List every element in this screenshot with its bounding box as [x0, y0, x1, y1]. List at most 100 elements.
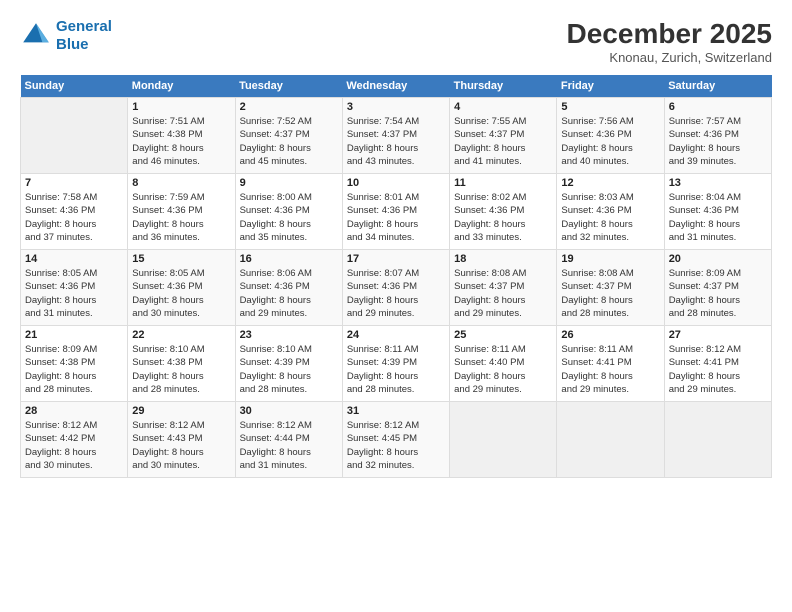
- day-info: Sunrise: 8:03 AMSunset: 4:36 PMDaylight:…: [561, 191, 659, 244]
- day-number: 17: [347, 253, 445, 265]
- header-row: SundayMondayTuesdayWednesdayThursdayFrid…: [21, 75, 772, 98]
- day-cell: 26 Sunrise: 8:11 AMSunset: 4:41 PMDayligh…: [557, 326, 664, 402]
- day-cell: [450, 402, 557, 478]
- day-cell: 11Sunrise: 8:02 AMSunset: 4:36 PMDayligh…: [450, 174, 557, 250]
- day-info: Sunrise: 7:55 AMSunset: 4:37 PMDaylight:…: [454, 115, 552, 168]
- day-info: Sunrise: 8:04 AMSunset: 4:36 PMDaylight:…: [669, 191, 767, 244]
- day-cell: 13 Sunrise: 8:04 AMSunset: 4:36 PMDayligh…: [664, 174, 771, 250]
- day-info: Sunrise: 8:12 AMSunset: 4:42 PMDaylight:…: [25, 419, 123, 472]
- day-number: 4: [454, 101, 552, 113]
- day-info: Sunrise: 8:11 AMSunset: 4:41 PMDaylight:…: [561, 343, 659, 396]
- day-number: 10: [347, 177, 445, 189]
- day-number: 24: [347, 329, 445, 341]
- day-info: Sunrise: 8:05 AMSunset: 4:36 PMDaylight:…: [132, 267, 230, 320]
- day-number: 14: [25, 253, 123, 265]
- header-cell: Thursday: [450, 75, 557, 98]
- day-cell: 30 Sunrise: 8:12 AMSunset: 4:44 PMDayligh…: [235, 402, 342, 478]
- calendar-body: 1Sunrise: 7:51 AMSunset: 4:38 PMDaylight…: [21, 98, 772, 478]
- day-number: 27: [669, 329, 767, 341]
- day-cell: 3 Sunrise: 7:54 AMSunset: 4:37 PMDaylight…: [342, 98, 449, 174]
- logo-line2: Blue: [56, 36, 112, 54]
- calendar-header: SundayMondayTuesdayWednesdayThursdayFrid…: [21, 75, 772, 98]
- day-number: 13: [669, 177, 767, 189]
- day-info: Sunrise: 8:12 AMSunset: 4:43 PMDaylight:…: [132, 419, 230, 472]
- week-row: 7Sunrise: 7:58 AMSunset: 4:36 PMDaylight…: [21, 174, 772, 250]
- day-number: 11: [454, 177, 552, 189]
- day-info: Sunrise: 8:06 AMSunset: 4:36 PMDaylight:…: [240, 267, 338, 320]
- day-cell: [21, 98, 128, 174]
- day-number: 30: [240, 405, 338, 417]
- day-info: Sunrise: 8:00 AMSunset: 4:36 PMDaylight:…: [240, 191, 338, 244]
- day-number: 2: [240, 101, 338, 113]
- day-info: Sunrise: 8:08 AMSunset: 4:37 PMDaylight:…: [454, 267, 552, 320]
- day-info: Sunrise: 8:12 AMSunset: 4:44 PMDaylight:…: [240, 419, 338, 472]
- header-cell: Tuesday: [235, 75, 342, 98]
- day-info: Sunrise: 7:52 AMSunset: 4:37 PMDaylight:…: [240, 115, 338, 168]
- week-row: 28 Sunrise: 8:12 AMSunset: 4:42 PMDayligh…: [21, 402, 772, 478]
- day-number: 3: [347, 101, 445, 113]
- header: General Blue December 2025 Knonau, Zuric…: [20, 18, 772, 65]
- day-number: 25: [454, 329, 552, 341]
- day-cell: 14 Sunrise: 8:05 AMSunset: 4:36 PMDayligh…: [21, 250, 128, 326]
- day-number: 6: [669, 101, 767, 113]
- day-cell: 4 Sunrise: 7:55 AMSunset: 4:37 PMDaylight…: [450, 98, 557, 174]
- day-number: 21: [25, 329, 123, 341]
- day-info: Sunrise: 8:10 AMSunset: 4:39 PMDaylight:…: [240, 343, 338, 396]
- subtitle: Knonau, Zurich, Switzerland: [567, 50, 772, 65]
- day-number: 15: [132, 253, 230, 265]
- day-number: 23: [240, 329, 338, 341]
- day-info: Sunrise: 8:01 AMSunset: 4:36 PMDaylight:…: [347, 191, 445, 244]
- day-cell: 17Sunrise: 8:07 AMSunset: 4:36 PMDayligh…: [342, 250, 449, 326]
- day-cell: 28 Sunrise: 8:12 AMSunset: 4:42 PMDayligh…: [21, 402, 128, 478]
- day-info: Sunrise: 8:11 AMSunset: 4:39 PMDaylight:…: [347, 343, 445, 396]
- day-number: 18: [454, 253, 552, 265]
- day-cell: 18 Sunrise: 8:08 AMSunset: 4:37 PMDayligh…: [450, 250, 557, 326]
- day-cell: 29 Sunrise: 8:12 AMSunset: 4:43 PMDayligh…: [128, 402, 235, 478]
- day-cell: 8 Sunrise: 7:59 AMSunset: 4:36 PMDaylight…: [128, 174, 235, 250]
- day-cell: 2 Sunrise: 7:52 AMSunset: 4:37 PMDaylight…: [235, 98, 342, 174]
- day-cell: 1Sunrise: 7:51 AMSunset: 4:38 PMDaylight…: [128, 98, 235, 174]
- day-cell: 24 Sunrise: 8:11 AMSunset: 4:39 PMDayligh…: [342, 326, 449, 402]
- day-info: Sunrise: 8:10 AMSunset: 4:38 PMDaylight:…: [132, 343, 230, 396]
- day-number: 26: [561, 329, 659, 341]
- day-cell: 20 Sunrise: 8:09 AMSunset: 4:37 PMDayligh…: [664, 250, 771, 326]
- header-cell: Saturday: [664, 75, 771, 98]
- day-info: Sunrise: 8:12 AMSunset: 4:41 PMDaylight:…: [669, 343, 767, 396]
- header-cell: Sunday: [21, 75, 128, 98]
- day-cell: [664, 402, 771, 478]
- day-cell: 23 Sunrise: 8:10 AMSunset: 4:39 PMDayligh…: [235, 326, 342, 402]
- day-cell: 6Sunrise: 7:57 AMSunset: 4:36 PMDaylight…: [664, 98, 771, 174]
- header-cell: Friday: [557, 75, 664, 98]
- logo-icon: [20, 20, 52, 52]
- day-info: Sunrise: 8:09 AMSunset: 4:37 PMDaylight:…: [669, 267, 767, 320]
- main-title: December 2025: [567, 18, 772, 50]
- day-info: Sunrise: 8:12 AMSunset: 4:45 PMDaylight:…: [347, 419, 445, 472]
- day-number: 28: [25, 405, 123, 417]
- day-cell: 25Sunrise: 8:11 AMSunset: 4:40 PMDayligh…: [450, 326, 557, 402]
- logo-text: General Blue: [56, 18, 112, 54]
- day-number: 8: [132, 177, 230, 189]
- day-number: 31: [347, 405, 445, 417]
- day-info: Sunrise: 7:54 AMSunset: 4:37 PMDaylight:…: [347, 115, 445, 168]
- day-info: Sunrise: 7:56 AMSunset: 4:36 PMDaylight:…: [561, 115, 659, 168]
- header-cell: Wednesday: [342, 75, 449, 98]
- day-number: 1: [132, 101, 230, 113]
- title-block: December 2025 Knonau, Zurich, Switzerlan…: [567, 18, 772, 65]
- day-info: Sunrise: 8:05 AMSunset: 4:36 PMDaylight:…: [25, 267, 123, 320]
- day-number: 12: [561, 177, 659, 189]
- logo: General Blue: [20, 18, 112, 54]
- week-row: 21 Sunrise: 8:09 AMSunset: 4:38 PMDayligh…: [21, 326, 772, 402]
- day-number: 5: [561, 101, 659, 113]
- week-row: 14 Sunrise: 8:05 AMSunset: 4:36 PMDayligh…: [21, 250, 772, 326]
- day-number: 29: [132, 405, 230, 417]
- day-info: Sunrise: 7:59 AMSunset: 4:36 PMDaylight:…: [132, 191, 230, 244]
- day-info: Sunrise: 7:58 AMSunset: 4:36 PMDaylight:…: [25, 191, 123, 244]
- day-number: 20: [669, 253, 767, 265]
- day-info: Sunrise: 8:09 AMSunset: 4:38 PMDaylight:…: [25, 343, 123, 396]
- day-cell: [557, 402, 664, 478]
- day-number: 9: [240, 177, 338, 189]
- day-cell: 12 Sunrise: 8:03 AMSunset: 4:36 PMDayligh…: [557, 174, 664, 250]
- header-cell: Monday: [128, 75, 235, 98]
- day-number: 16: [240, 253, 338, 265]
- day-cell: 31 Sunrise: 8:12 AMSunset: 4:45 PMDayligh…: [342, 402, 449, 478]
